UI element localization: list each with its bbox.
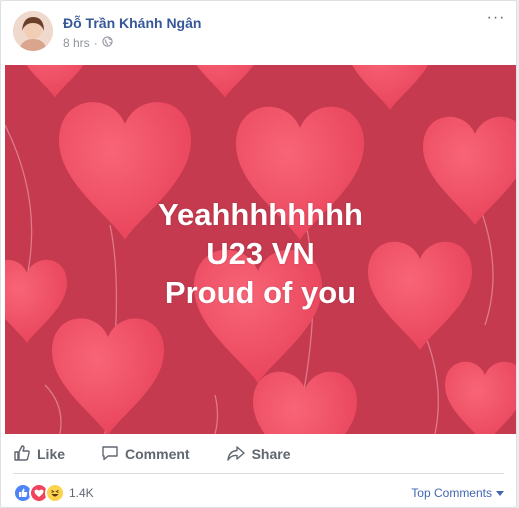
haha-icon xyxy=(45,483,65,503)
share-button[interactable]: Share xyxy=(226,444,291,465)
image-line-3: Proud of you xyxy=(164,275,357,310)
image-line-1: Yeahhhhhhhh xyxy=(158,197,363,232)
post-header: Đỗ Trần Khánh Ngân 8 hrs · ··· xyxy=(13,10,506,59)
post-time[interactable]: 8 hrs xyxy=(63,36,90,50)
comment-icon xyxy=(101,444,119,465)
more-options-icon[interactable]: ··· xyxy=(486,10,506,29)
image-text: Yeahhhhhhhh U23 VN Proud of you xyxy=(5,195,516,312)
share-icon xyxy=(226,444,246,465)
post-card: Đỗ Trần Khánh Ngân 8 hrs · ··· Yeahhhhhh… xyxy=(0,0,517,508)
comment-label: Comment xyxy=(125,446,190,462)
top-comments-label: Top Comments xyxy=(411,486,492,500)
author-name[interactable]: Đỗ Trần Khánh Ngân xyxy=(63,15,201,31)
action-bar: Like Comment Share xyxy=(13,438,504,470)
avatar[interactable] xyxy=(13,11,53,51)
top-comments-dropdown[interactable]: Top Comments xyxy=(411,486,504,500)
image-line-2: U23 VN xyxy=(206,236,315,271)
reactions-bar: 1.4K Top Comments xyxy=(13,479,504,507)
meta-dot: · xyxy=(93,36,98,50)
post-meta: 8 hrs · xyxy=(63,36,113,50)
reaction-count[interactable]: 1.4K xyxy=(69,486,94,500)
globe-icon[interactable] xyxy=(102,36,113,50)
reaction-icons[interactable] xyxy=(13,483,65,503)
post-image[interactable]: Yeahhhhhhhh U23 VN Proud of you xyxy=(5,65,516,434)
like-button[interactable]: Like xyxy=(13,444,65,465)
thumbs-up-icon xyxy=(13,444,31,465)
chevron-down-icon xyxy=(496,486,504,500)
like-label: Like xyxy=(37,446,66,462)
divider xyxy=(13,473,504,474)
share-label: Share xyxy=(251,446,291,462)
comment-button[interactable]: Comment xyxy=(101,444,190,465)
